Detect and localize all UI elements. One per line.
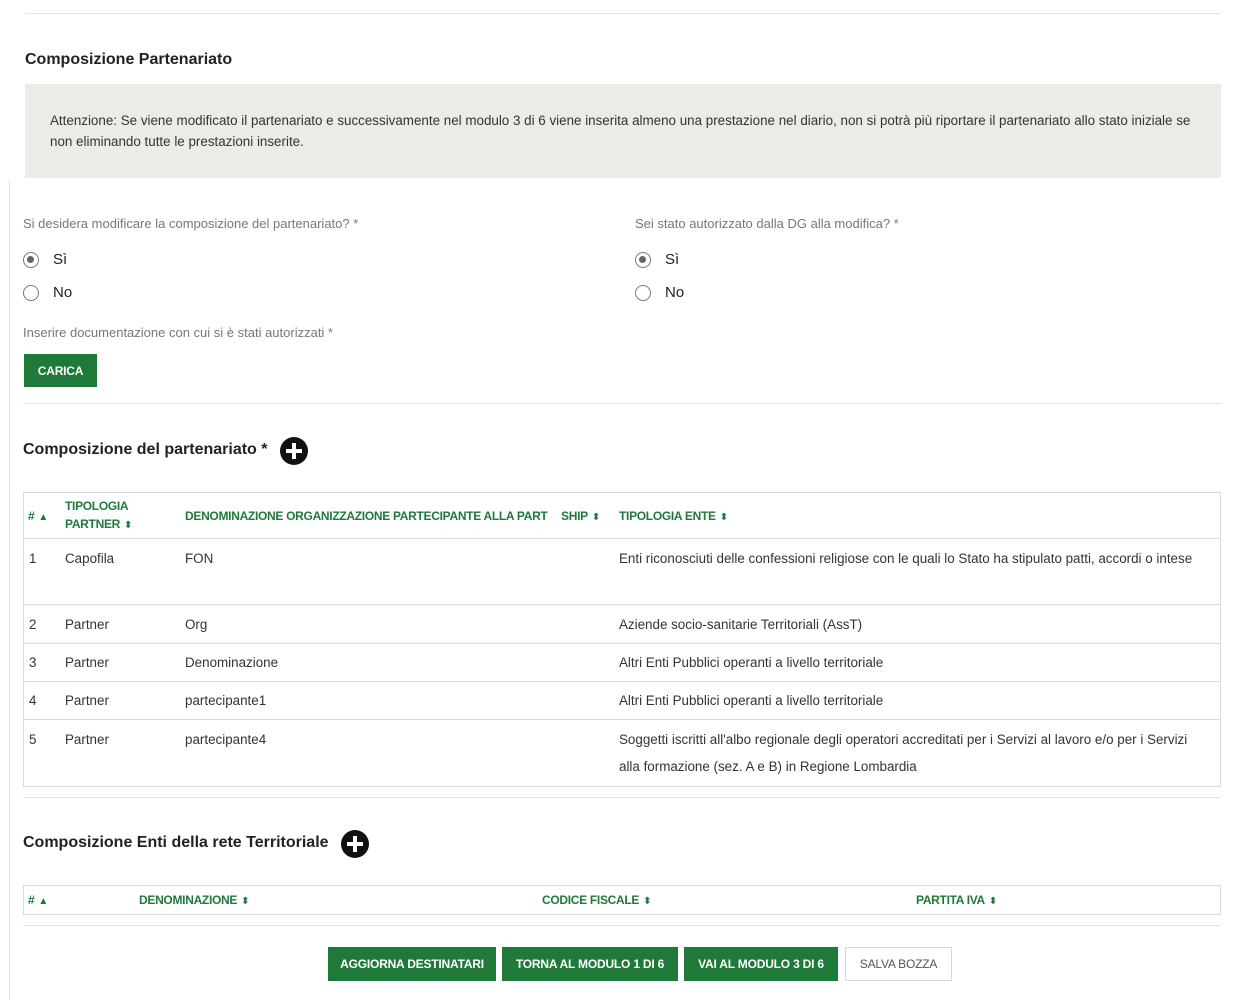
cell-denominazione: Denominazione — [185, 655, 279, 670]
authorized-question-label: Sei stato autorizzato dalla DG alla modi… — [635, 216, 899, 231]
add-partner-icon[interactable] — [280, 437, 308, 465]
cell-num: 3 — [29, 655, 37, 670]
sort-icon: ⬍ — [124, 520, 133, 531]
network-title: Composizione Enti della rete Territorial… — [23, 834, 329, 851]
authorized-radio-yes[interactable]: Sì — [635, 251, 679, 268]
radio-label: Sì — [665, 251, 680, 268]
partnership-title: Composizione del partenariato * — [23, 441, 268, 458]
go-to-module-3-button[interactable]: VAI AL MODULO 3 DI 6 — [684, 947, 838, 981]
page: Composizione Partenariato Attenzione: Se… — [0, 0, 1233, 1000]
cell-tipologia-ente: Soggetti iscritti all'albo regionale deg… — [619, 732, 1188, 747]
row-divider — [24, 604, 1220, 605]
header-tipologia-ente[interactable]: TIPOLOGIA ENTE ⬍ — [619, 507, 728, 527]
modify-question-label: Si desidera modificare la composizione d… — [23, 216, 359, 231]
radio-checked-icon — [23, 251, 39, 268]
save-draft-button[interactable]: SALVA BOZZA — [845, 947, 952, 981]
cell-tipologia-ente-cont: alla formazione (sez. A e B) in Regione … — [619, 759, 917, 774]
cell-tipologia: Capofila — [65, 551, 115, 566]
header-denominazione[interactable]: DENOMINAZIONE ORGANIZZAZIONE PARTECIPANT… — [185, 507, 548, 525]
warning-alert: Attenzione: Se viene modificato il parte… — [25, 84, 1221, 178]
cell-num: 2 — [29, 617, 37, 632]
cell-tipologia-ente: Altri Enti Pubblici operanti a livello t… — [619, 693, 884, 708]
row-divider — [24, 538, 1220, 539]
header-partita-iva[interactable]: PARTITA IVA ⬍ — [916, 891, 997, 911]
modify-radio-yes[interactable]: Sì — [23, 251, 67, 268]
divider — [25, 13, 1221, 14]
cell-num: 4 — [29, 693, 37, 708]
divider — [23, 403, 1221, 404]
divider — [23, 797, 1221, 798]
cell-tipologia: Partner — [65, 693, 109, 708]
row-divider — [24, 681, 1220, 682]
sort-icon: ⬍ — [988, 896, 998, 907]
cell-tipologia: Partner — [65, 655, 109, 670]
cell-num: 5 — [29, 732, 37, 747]
radio-unchecked-icon — [635, 284, 651, 301]
row-divider — [24, 643, 1220, 644]
cell-tipologia-ente: Altri Enti Pubblici operanti a livello t… — [619, 655, 884, 670]
cell-tipologia: Partner — [65, 617, 109, 632]
divider — [23, 925, 1221, 926]
radio-label: Sì — [53, 251, 68, 268]
radio-checked-icon — [635, 251, 651, 268]
radio-label: No — [53, 284, 73, 301]
cell-tipologia: Partner — [65, 732, 109, 747]
left-border — [9, 180, 10, 1000]
cell-denominazione: FON — [185, 551, 214, 566]
header-num[interactable]: # ▲ — [28, 507, 48, 527]
radio-label: No — [665, 284, 685, 301]
cell-denominazione: Org — [185, 617, 208, 632]
cell-tipologia-ente: Aziende socio-sanitarie Territoriali (As… — [619, 617, 863, 632]
header-denominazione[interactable]: DENOMINAZIONE ⬍ — [139, 891, 250, 911]
cell-num: 1 — [29, 551, 37, 566]
sort-icon: ⬍ — [241, 896, 250, 907]
partnership-table: # ▲ TIPOLOGIA PARTNER ⬍ DENOMINAZIONE ORGA… — [23, 492, 1221, 787]
header-tipologia-partner[interactable]: TIPOLOGIA PARTNER ⬍ — [65, 497, 132, 535]
cell-denominazione: partecipante4 — [185, 732, 267, 747]
cell-tipologia-ente: Enti riconosciuti delle confessioni reli… — [619, 551, 1193, 566]
section-title: Composizione Partenariato — [25, 51, 233, 68]
authorized-radio-no[interactable]: No — [635, 284, 684, 301]
back-to-module-1-button[interactable]: TORNA AL MODULO 1 DI 6 — [502, 947, 678, 981]
modify-radio-no[interactable]: No — [23, 284, 72, 301]
radio-unchecked-icon — [23, 284, 39, 301]
header-num[interactable]: # ▲ — [28, 891, 48, 911]
sort-icon: ⬍ — [719, 512, 728, 523]
alert-text: Attenzione: Se viene modificato il parte… — [50, 113, 1191, 149]
row-divider — [24, 719, 1220, 720]
header-ship[interactable]: SHIP ⬍ — [561, 507, 600, 527]
sort-icon: ⬍ — [591, 512, 600, 523]
network-table: # ▲ DENOMINAZIONE ⬍ CODICE FISCALE ⬍ PARTIT… — [23, 885, 1221, 915]
cell-denominazione: partecipante1 — [185, 693, 267, 708]
add-network-entity-icon[interactable] — [341, 830, 369, 858]
sort-up-icon: ▲ — [38, 896, 48, 907]
upload-label: Inserire documentazione con cui si è sta… — [23, 325, 333, 340]
sort-icon: ⬍ — [643, 896, 652, 907]
header-codice-fiscale[interactable]: CODICE FISCALE ⬍ — [542, 891, 652, 911]
sort-up-icon: ▲ — [38, 512, 48, 523]
upload-button[interactable]: CARICA — [24, 354, 97, 387]
update-recipients-button[interactable]: AGGIORNA DESTINATARI — [328, 947, 496, 981]
